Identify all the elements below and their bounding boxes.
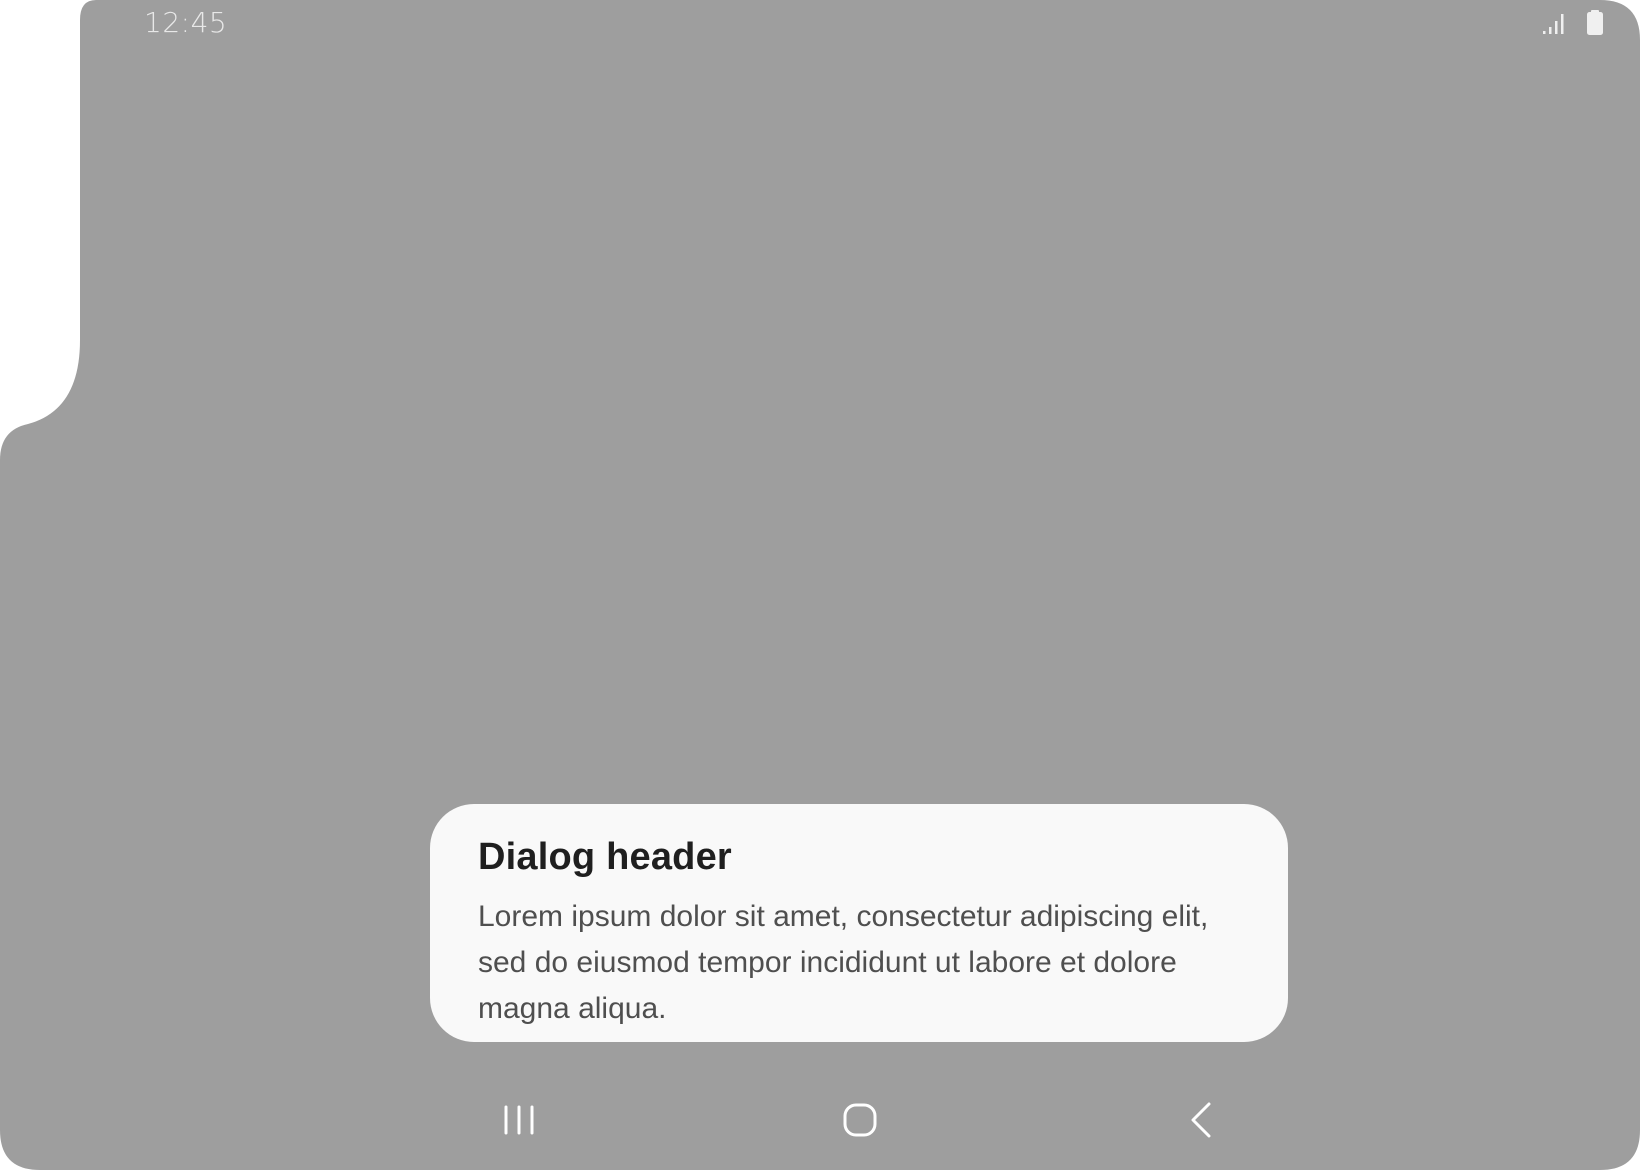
dialog[interactable]: Dialog header Lorem ipsum dolor sit amet… [430,804,1288,1042]
status-time: 12:45 [144,6,228,39]
recent-apps-icon [502,1104,536,1141]
back-icon [1189,1102,1215,1143]
navigation-bar [0,1090,1640,1154]
device-screen: 12:45 Dialog header Lorem ipsum dolor si… [0,0,1640,1170]
home-button[interactable] [832,1094,888,1150]
status-icons [1542,9,1604,41]
dialog-body-text: Lorem ipsum dolor sit amet, consectetur … [478,900,1209,1025]
dialog-header: Dialog header [478,836,732,878]
back-button[interactable] [1174,1094,1230,1150]
signal-icon [1542,11,1568,40]
recent-apps-button[interactable] [491,1094,547,1150]
battery-icon [1586,9,1604,41]
home-icon [842,1102,878,1143]
